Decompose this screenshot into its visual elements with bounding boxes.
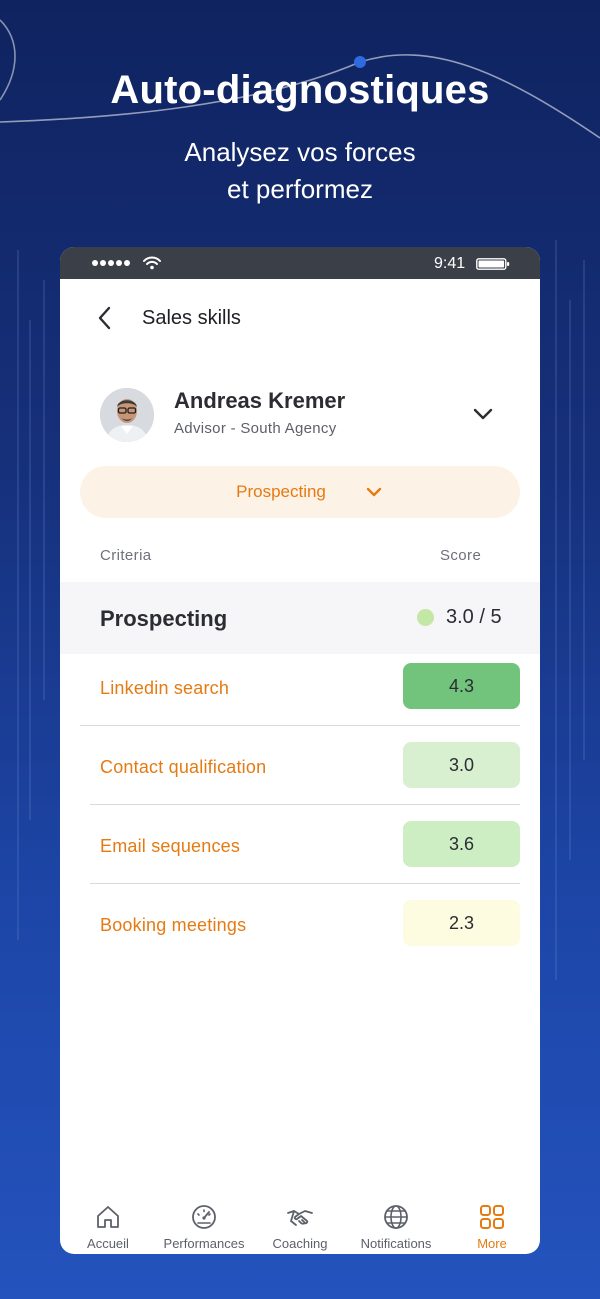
score-chip: 3.6 xyxy=(403,821,520,867)
profile-header: Andreas Kremer Advisor - South Agency xyxy=(60,380,540,450)
gauge-icon xyxy=(192,1205,216,1229)
criteria-list: Linkedin search 4.3 Contact qualificatio… xyxy=(60,654,540,970)
criterion-label: Email sequences xyxy=(100,836,241,856)
handshake-icon xyxy=(287,1210,313,1226)
score-chip: 4.3 xyxy=(403,663,520,709)
row-divider xyxy=(80,725,520,726)
user-role: Advisor - South Agency xyxy=(174,420,337,437)
home-icon xyxy=(97,1206,119,1228)
tab-accueil[interactable]: Accueil xyxy=(60,1197,156,1254)
category-dropdown[interactable]: Prospecting xyxy=(80,466,520,518)
group-summary-row: Prospecting 3.0 / 5 xyxy=(60,582,540,654)
score-chip: 3.0 xyxy=(403,742,520,788)
score-status-dot xyxy=(417,609,434,626)
grid-icon xyxy=(480,1205,504,1229)
promo-subtitle-line-2: et performez xyxy=(227,174,373,204)
row-divider xyxy=(90,804,520,805)
tab-notifications[interactable]: Notifications xyxy=(348,1197,444,1254)
bottom-tab-bar: Accueil Performances Coaching Notificati… xyxy=(60,1197,540,1254)
group-title: Prospecting xyxy=(100,606,228,631)
score-column-header: Score xyxy=(440,547,482,564)
tab-label: Coaching xyxy=(272,1236,328,1251)
score-chip: 2.3 xyxy=(403,900,520,946)
phone-screen: 9:41 Sales skills Andreas Kremer Advisor… xyxy=(60,247,540,1254)
promo-headline: Auto-diagnostiques xyxy=(110,68,490,112)
tab-label: More xyxy=(477,1236,507,1251)
criterion-row[interactable]: Contact qualification 3.0 xyxy=(60,733,540,812)
wifi-icon xyxy=(143,256,161,270)
criterion-label: Linkedin search xyxy=(100,678,230,698)
globe-icon xyxy=(384,1205,408,1229)
nav-header: Sales skills xyxy=(60,279,540,359)
tab-performances[interactable]: Performances xyxy=(156,1197,252,1254)
chevron-down-icon xyxy=(366,487,382,497)
tab-label: Performances xyxy=(163,1236,245,1251)
tab-coaching[interactable]: Coaching xyxy=(252,1197,348,1254)
user-name: Andreas Kremer xyxy=(174,388,346,413)
criterion-row[interactable]: Booking meetings 2.3 xyxy=(60,891,540,970)
battery-icon xyxy=(476,258,510,270)
criterion-label: Contact qualification xyxy=(100,757,267,777)
avatar xyxy=(100,388,154,442)
page-title: Sales skills xyxy=(142,307,241,329)
signal-dots-icon xyxy=(92,260,130,266)
criterion-row[interactable]: Linkedin search 4.3 xyxy=(60,654,540,733)
group-score: 3.0 / 5 xyxy=(446,606,502,628)
chevron-down-icon[interactable] xyxy=(468,399,498,429)
status-time: 9:41 xyxy=(434,255,466,272)
row-divider xyxy=(90,883,520,884)
status-bar: 9:41 xyxy=(60,247,540,279)
avatar-photo xyxy=(100,388,154,442)
promo-subtitle: Analysez vos forces et performez xyxy=(0,134,600,208)
tab-more[interactable]: More xyxy=(444,1197,540,1254)
tab-label: Notifications xyxy=(360,1236,432,1251)
criterion-label: Booking meetings xyxy=(100,915,247,935)
category-dropdown-label: Prospecting xyxy=(236,482,326,501)
tab-label: Accueil xyxy=(87,1236,129,1251)
criterion-row[interactable]: Email sequences 3.6 xyxy=(60,812,540,891)
criteria-column-header: Criteria xyxy=(100,547,152,564)
promo-subtitle-line-1: Analysez vos forces xyxy=(184,137,416,167)
chevron-left-icon[interactable] xyxy=(90,303,120,333)
